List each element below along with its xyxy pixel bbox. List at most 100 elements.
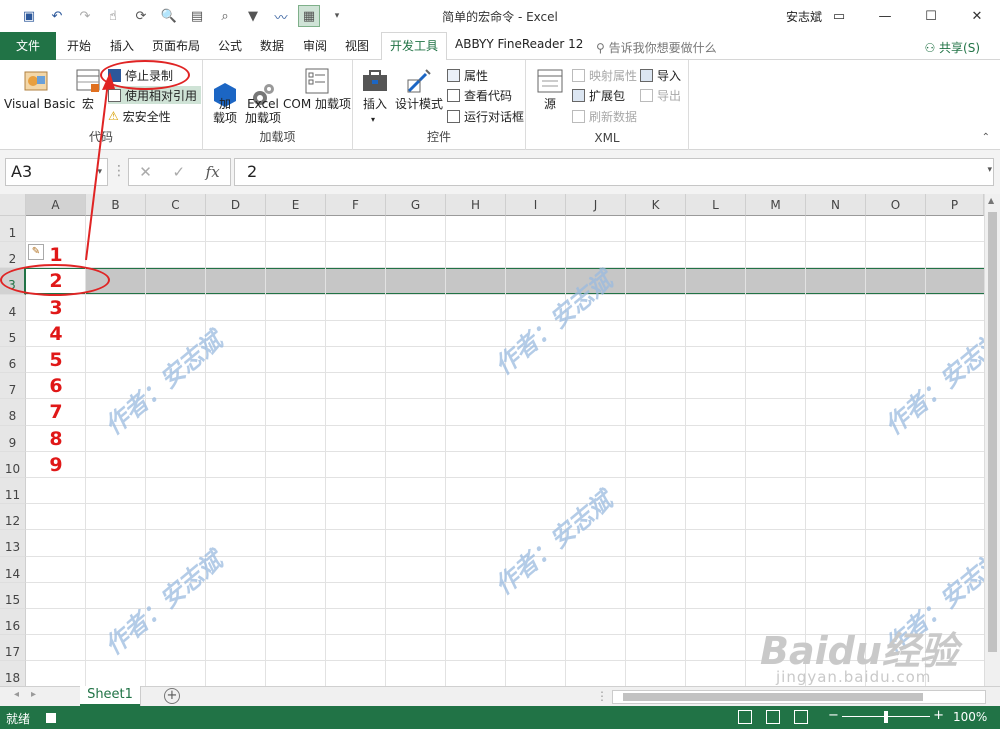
excel-addins-button[interactable]: Excel 加载项 — [243, 66, 283, 131]
column-header-e[interactable]: E — [266, 194, 326, 216]
row-header-14[interactable]: 14 — [0, 556, 26, 583]
tab-home[interactable]: 开始 — [67, 37, 91, 54]
properties-button[interactable]: 属性 — [447, 66, 488, 84]
row-header-18[interactable]: 18 — [0, 661, 26, 686]
row-header-11[interactable]: 11 — [0, 478, 26, 505]
row-header-4[interactable]: 4 — [0, 294, 26, 321]
sheet-nav-arrows-icon[interactable]: ◂▸ — [14, 689, 48, 700]
import-button[interactable]: 导入 — [640, 66, 681, 84]
page-layout-view-icon[interactable] — [766, 710, 780, 724]
tab-abbyy[interactable]: ABBYY FineReader 12 — [455, 37, 583, 51]
vertical-scrollbar[interactable]: ▲ — [984, 194, 1000, 686]
formula-input[interactable]: 2 — [234, 158, 994, 186]
tell-me-box[interactable]: ⚲ 告诉我你想要做什么 — [596, 39, 717, 56]
expansion-packs-button[interactable]: 扩展包 — [572, 86, 625, 104]
horizontal-scrollbar[interactable] — [612, 690, 986, 704]
zoom-in-icon[interactable]: + — [933, 708, 944, 723]
column-header-f[interactable]: F — [326, 194, 386, 216]
row-header-2[interactable]: 2 — [0, 242, 26, 269]
source-button[interactable]: 源 — [534, 66, 566, 111]
cancel-icon[interactable]: ✕ — [139, 163, 152, 181]
tab-file[interactable]: 文件 — [0, 32, 56, 60]
cell-a9[interactable]: 8 — [26, 428, 86, 454]
row-header-15[interactable]: 15 — [0, 582, 26, 609]
column-header-c[interactable]: C — [146, 194, 206, 216]
zoom-out-icon[interactable]: − — [828, 708, 839, 723]
share-button[interactable]: ⚇ 共享(S) — [924, 39, 980, 56]
minimize-icon[interactable]: — — [862, 0, 908, 32]
sheet-tab-sheet1[interactable]: Sheet1 — [80, 686, 140, 706]
tab-split-handle[interactable]: ⋮ — [596, 689, 608, 703]
cell-a6[interactable]: 5 — [26, 349, 86, 375]
refresh-data-button[interactable]: 刷新数据 — [572, 107, 637, 125]
expand-formula-bar-icon[interactable]: ▾ — [987, 165, 992, 175]
row-header-5[interactable]: 5 — [0, 320, 26, 347]
cell-a5[interactable]: 4 — [26, 323, 86, 349]
ribbon-display-icon[interactable]: ▭ — [816, 0, 862, 32]
macro-recording-icon[interactable] — [46, 713, 56, 723]
column-header-h[interactable]: H — [446, 194, 506, 216]
row-header-12[interactable]: 12 — [0, 504, 26, 531]
com-addins-button[interactable]: COM 加载项 — [283, 66, 351, 111]
design-mode-button[interactable]: 设计模式 — [393, 66, 445, 111]
column-header-n[interactable]: N — [806, 194, 866, 216]
addins-button[interactable]: 加 载项 — [209, 66, 241, 131]
row-header-17[interactable]: 17 — [0, 635, 26, 662]
row-header-9[interactable]: 9 — [0, 425, 26, 452]
column-header-g[interactable]: G — [386, 194, 446, 216]
paste-options-icon[interactable]: ✎ — [28, 244, 44, 261]
zoom-thumb[interactable] — [884, 711, 888, 723]
column-header-o[interactable]: O — [866, 194, 926, 216]
window-controls: ▭ — ☐ ✕ — [816, 0, 1000, 32]
cell-a4[interactable]: 3 — [26, 297, 86, 323]
add-sheet-icon[interactable]: + — [164, 688, 180, 704]
insert-function-icon[interactable]: fx — [206, 163, 220, 181]
vertical-scroll-thumb[interactable] — [988, 212, 997, 652]
row-header-16[interactable]: 16 — [0, 609, 26, 636]
tab-developer[interactable]: 开发工具 — [381, 32, 448, 61]
zoom-percentage[interactable]: 100% — [953, 710, 987, 724]
tab-review[interactable]: 审阅 — [303, 37, 327, 54]
name-box-value: A3 — [11, 162, 33, 181]
column-header-l[interactable]: L — [686, 194, 746, 216]
tab-formulas[interactable]: 公式 — [218, 37, 242, 54]
row-header-10[interactable]: 10 — [0, 451, 26, 478]
horizontal-scroll-thumb[interactable] — [623, 693, 923, 701]
cell-a7[interactable]: 6 — [26, 375, 86, 401]
column-header-d[interactable]: D — [206, 194, 266, 216]
column-header-j[interactable]: J — [566, 194, 626, 216]
insert-control-button[interactable]: 插入 ▾ — [359, 66, 391, 124]
run-dialog-button[interactable]: 运行对话框 — [447, 107, 524, 125]
maximize-icon[interactable]: ☐ — [908, 0, 954, 32]
tab-page-layout[interactable]: 页面布局 — [152, 37, 200, 54]
column-header-p[interactable]: P — [926, 194, 984, 216]
row-header-1[interactable]: 1 — [0, 216, 26, 243]
com-addins-label: COM 加载项 — [283, 97, 351, 111]
cell-a10[interactable]: 9 — [26, 454, 86, 480]
worksheet-grid[interactable]: A B C D E F G H I J K L M N O P 1 2 3 4 5 6 7 8 9 10 11 12 13 14 15 16 1… — [0, 194, 1000, 686]
select-all-corner[interactable] — [0, 194, 26, 216]
collapse-ribbon-icon[interactable]: ⌃ — [982, 132, 990, 143]
column-header-a[interactable]: A — [26, 194, 86, 216]
tab-data[interactable]: 数据 — [260, 37, 284, 54]
map-properties-button[interactable]: 映射属性 — [572, 66, 637, 84]
row-header-8[interactable]: 8 — [0, 399, 26, 426]
export-button[interactable]: 导出 — [640, 86, 681, 104]
row-header-13[interactable]: 13 — [0, 530, 26, 557]
close-icon[interactable]: ✕ — [954, 0, 1000, 32]
column-header-i[interactable]: I — [506, 194, 566, 216]
cell-a8[interactable]: 7 — [26, 401, 86, 427]
scroll-up-icon[interactable]: ▲ — [988, 196, 994, 205]
page-break-view-icon[interactable] — [794, 710, 808, 724]
tab-insert[interactable]: 插入 — [110, 37, 134, 54]
view-code-button[interactable]: 查看代码 — [447, 86, 512, 104]
zoom-slider[interactable]: − + — [826, 708, 946, 724]
enter-icon[interactable]: ✓ — [172, 163, 185, 181]
row-header-6[interactable]: 6 — [0, 347, 26, 374]
tab-view[interactable]: 视图 — [345, 37, 369, 54]
column-header-m[interactable]: M — [746, 194, 806, 216]
row-header-7[interactable]: 7 — [0, 373, 26, 400]
visual-basic-button[interactable]: Visual Basic — [4, 66, 75, 111]
column-header-k[interactable]: K — [626, 194, 686, 216]
normal-view-icon[interactable] — [738, 710, 752, 724]
